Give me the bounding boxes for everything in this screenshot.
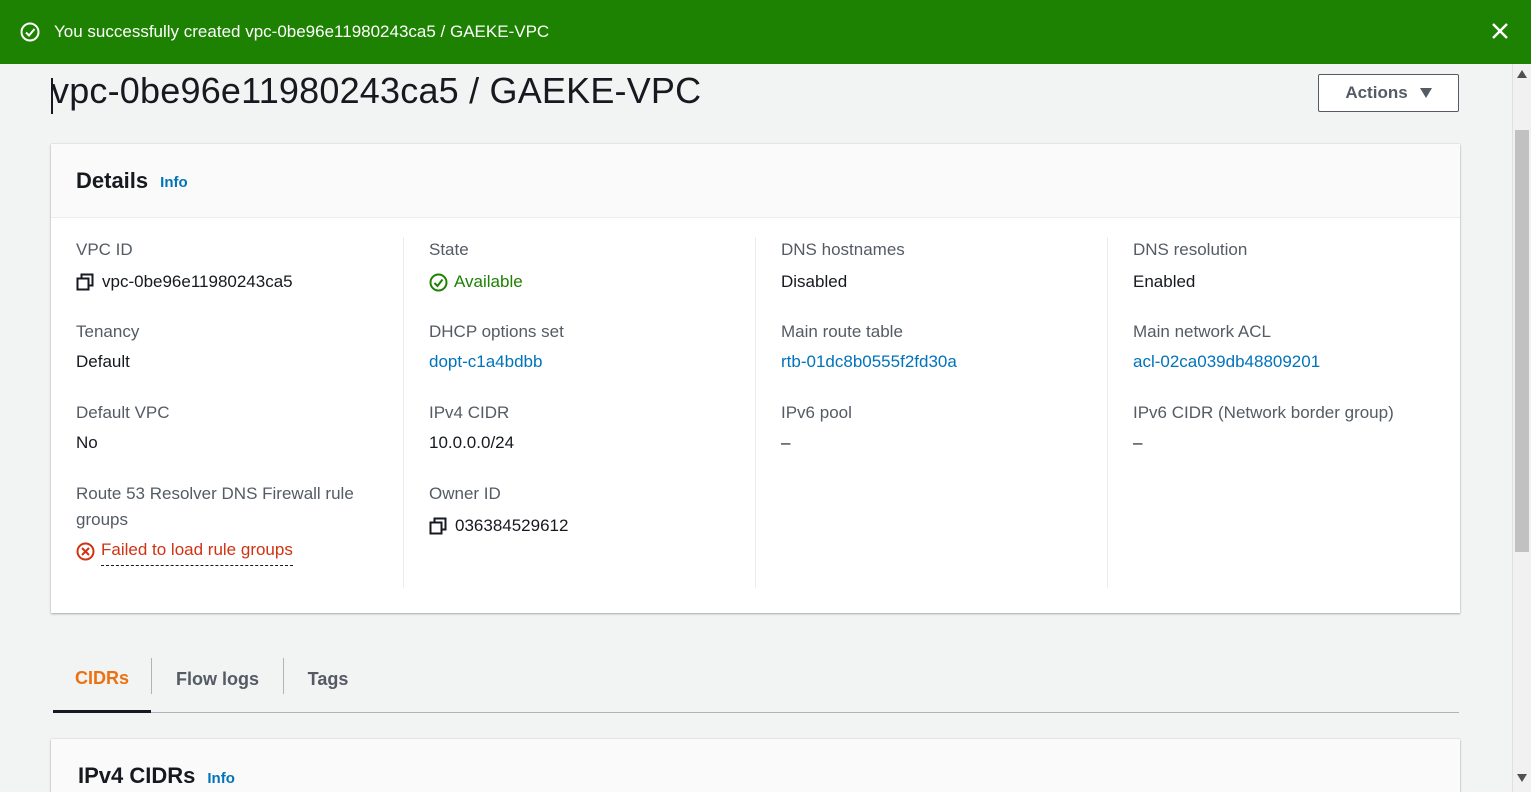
copy-icon[interactable] [76,273,94,291]
ipv6-cidr-value: – [1133,433,1143,452]
scroll-down-arrow-icon[interactable] [1517,774,1527,782]
copy-icon[interactable] [429,517,447,535]
details-panel: Details Info VPC ID vpc-0be96e11980243ca… [51,144,1460,613]
dns-hostnames-label: DNS hostnames [781,240,905,259]
dns-hostnames-value: Disabled [781,272,848,291]
details-column-2: State Available DHCP options set dopt-c1… [403,237,755,588]
dns-resolution-label: DNS resolution [1133,240,1248,259]
default-vpc-label: Default VPC [76,403,170,422]
error-icon [76,542,95,561]
state-value-row: Available [429,269,523,295]
tab-flow-logs[interactable]: Flow logs [152,647,283,712]
ipv4-cidrs-title: IPv4 CIDRs [78,763,196,788]
ipv6-pool-field: IPv6 pool – [781,400,852,456]
details-header: Details Info [51,144,1460,218]
owner-id-value: 036384529612 [455,516,569,535]
details-column-4: DNS resolution Enabled Main network ACL … [1107,237,1460,588]
main-route-table-link[interactable]: rtb-01dc8b0555f2fd30a [781,349,957,375]
available-check-icon [429,273,448,291]
vpc-id-field: VPC ID vpc-0be96e11980243ca5 [76,237,293,295]
main-network-acl-label: Main network ACL [1133,322,1271,341]
route53-field: Route 53 Resolver DNS Firewall rule grou… [76,481,354,566]
dns-resolution-value: Enabled [1133,272,1196,291]
route53-error-text[interactable]: Failed to load rule groups [101,537,293,566]
dns-hostnames-field: DNS hostnames Disabled [781,237,905,295]
scrollbar-thumb[interactable] [1515,130,1529,552]
default-vpc-field: Default VPC No [76,400,170,456]
ipv6-pool-label: IPv6 pool [781,403,852,422]
tenancy-value: Default [76,352,130,371]
caret-down-icon [1419,88,1432,98]
tenancy-field: Tenancy Default [76,319,139,375]
vpc-id-label: VPC ID [76,240,133,259]
vertical-scrollbar[interactable] [1512,64,1531,792]
tab-bar: CIDRs Flow logs Tags [53,647,1459,713]
tenancy-label: Tenancy [76,322,140,341]
ipv4-cidrs-panel: IPv4 CIDRs Info [51,739,1460,792]
main-network-acl-link[interactable]: acl-02ca039db48809201 [1133,349,1320,375]
route53-value-row[interactable]: Failed to load rule groups [76,537,354,566]
details-columns: VPC ID vpc-0be96e11980243ca5 Tenancy Def… [51,237,1460,588]
tab-tags[interactable]: Tags [284,647,372,712]
ipv6-cidr-field: IPv6 CIDR (Network border group) – [1133,400,1394,456]
details-column-1: VPC ID vpc-0be96e11980243ca5 Tenancy Def… [51,237,403,588]
ipv6-cidr-label: IPv6 CIDR (Network border group) [1133,403,1394,422]
route53-label-line1: Route 53 Resolver DNS Firewall rule [76,484,354,503]
ipv4-cidrs-info-link[interactable]: Info [207,770,235,787]
ipv4-cidr-value: 10.0.0.0/24 [429,433,515,452]
state-value: Available [454,272,523,291]
vpc-id-value-row: vpc-0be96e11980243ca5 [76,269,293,295]
details-title: Details [76,167,149,193]
actions-button[interactable]: Actions [1318,74,1459,112]
route53-label-line2: groups [76,510,128,529]
owner-id-field: Owner ID 036384529612 [429,481,568,539]
dhcp-link[interactable]: dopt-c1a4bdbb [429,349,564,375]
details-info-link[interactable]: Info [160,174,188,191]
page-content: vpc-0be96e11980243ca5 / GAEKE-VPC Action… [0,64,1512,792]
success-check-icon [20,22,40,42]
actions-label: Actions [1345,83,1408,102]
default-vpc-value: No [76,433,98,452]
owner-id-label: Owner ID [429,484,501,503]
ipv6-pool-value: – [781,433,791,452]
ipv4-cidrs-header: IPv4 CIDRs Info [78,763,235,789]
dhcp-field: DHCP options set dopt-c1a4bdbb [429,319,564,375]
main-network-acl-field: Main network ACL acl-02ca039db48809201 [1133,319,1320,375]
owner-id-value-row: 036384529612 [429,513,568,539]
state-label: State [429,240,469,259]
vpc-id-value: vpc-0be96e11980243ca5 [102,272,293,291]
ipv4-cidr-label: IPv4 CIDR [429,403,510,422]
close-icon[interactable] [1489,20,1511,42]
main-route-table-label: Main route table [781,322,903,341]
page-title: vpc-0be96e11980243ca5 / GAEKE-VPC [51,70,702,111]
scroll-up-arrow-icon[interactable] [1517,70,1527,78]
dhcp-label: DHCP options set [429,322,564,341]
dns-resolution-field: DNS resolution Enabled [1133,237,1247,295]
flash-message: You successfully created vpc-0be96e11980… [54,22,550,41]
details-column-3: DNS hostnames Disabled Main route table … [755,237,1107,588]
state-field: State Available [429,237,523,295]
main-route-table-field: Main route table rtb-01dc8b0555f2fd30a [781,319,957,375]
success-flashbar: You successfully created vpc-0be96e11980… [0,0,1531,64]
ipv4-cidr-field: IPv4 CIDR 10.0.0.0/24 [429,400,514,456]
tab-cidrs[interactable]: CIDRs [53,647,151,713]
